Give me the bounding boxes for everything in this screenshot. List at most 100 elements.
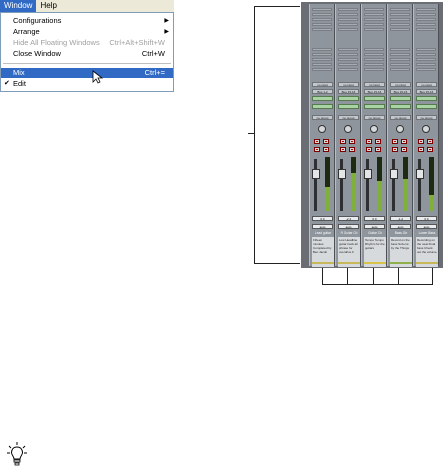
input-button[interactable]: [427, 147, 433, 152]
automation-mode[interactable]: auto: [312, 224, 333, 229]
voice-selector[interactable]: [390, 96, 411, 101]
menu-item-mix[interactable]: Mix Ctrl+=: [1, 68, 173, 78]
input-button[interactable]: [323, 147, 329, 152]
solo-button[interactable]: [375, 139, 381, 144]
insert-slot[interactable]: [312, 28, 332, 31]
insert-slot[interactable]: [416, 13, 436, 16]
input-selector[interactable]: no input: [416, 82, 437, 87]
volume-fader-handle[interactable]: [416, 168, 424, 179]
mute-button[interactable]: [314, 147, 320, 152]
send-slot[interactable]: [338, 48, 358, 51]
voice-selector[interactable]: [416, 96, 437, 101]
mute-button[interactable]: [418, 147, 424, 152]
input-selector[interactable]: no input: [390, 82, 411, 87]
track-name[interactable]: Lower Bass: [415, 231, 439, 236]
voice-selector[interactable]: [364, 96, 385, 101]
volume-fader-handle[interactable]: [338, 168, 346, 179]
send-slot[interactable]: [338, 68, 358, 71]
output-selector[interactable]: Bus 15-16: [338, 89, 359, 94]
send-slot[interactable]: [312, 68, 332, 71]
volume-automation[interactable]: [364, 104, 385, 109]
insert-slot[interactable]: [390, 8, 410, 11]
send-slot[interactable]: [364, 58, 384, 61]
record-button[interactable]: [392, 139, 398, 144]
send-slot[interactable]: [416, 68, 436, 71]
solo-button[interactable]: [427, 139, 433, 144]
send-slot[interactable]: [364, 68, 384, 71]
menu-item-arrange[interactable]: Arrange ▶: [1, 27, 173, 37]
group-selector[interactable]: no group: [364, 115, 385, 120]
send-slot[interactable]: [390, 68, 410, 71]
track-name[interactable]: Bass Gtr: [389, 231, 413, 236]
pan-knob[interactable]: [396, 125, 404, 133]
volume-automation[interactable]: [416, 104, 437, 109]
automation-mode[interactable]: auto: [338, 224, 359, 229]
insert-slot[interactable]: [416, 23, 436, 26]
input-selector[interactable]: no input: [312, 82, 333, 87]
volume-automation[interactable]: [312, 104, 333, 109]
group-selector[interactable]: no group: [416, 115, 437, 120]
solo-button[interactable]: [349, 139, 355, 144]
send-slot[interactable]: [364, 53, 384, 56]
send-slot[interactable]: [312, 48, 332, 51]
send-slot[interactable]: [390, 53, 410, 56]
send-slot[interactable]: [390, 48, 410, 51]
insert-slot[interactable]: [312, 18, 332, 21]
insert-slot[interactable]: [364, 8, 384, 11]
send-slot[interactable]: [338, 53, 358, 56]
input-selector[interactable]: no input: [338, 82, 359, 87]
track-name[interactable]: R Guitar Ch: [337, 231, 361, 236]
insert-slot[interactable]: [416, 8, 436, 11]
automation-mode[interactable]: auto: [390, 224, 411, 229]
record-button[interactable]: [418, 139, 424, 144]
insert-slot[interactable]: [364, 23, 384, 26]
automation-mode[interactable]: auto: [364, 224, 385, 229]
insert-slot[interactable]: [338, 13, 358, 16]
group-selector[interactable]: no group: [390, 115, 411, 120]
menu-help[interactable]: Help: [36, 0, 60, 12]
voice-selector[interactable]: [338, 96, 359, 101]
insert-slot[interactable]: [312, 8, 332, 11]
pan-knob[interactable]: [318, 125, 326, 133]
insert-slot[interactable]: [390, 28, 410, 31]
insert-slot[interactable]: [338, 18, 358, 21]
group-selector[interactable]: no group: [312, 115, 333, 120]
group-selector[interactable]: no group: [338, 115, 359, 120]
track-name[interactable]: Guitar Ch: [363, 231, 387, 236]
insert-slot[interactable]: [364, 28, 384, 31]
insert-slot[interactable]: [338, 23, 358, 26]
send-slot[interactable]: [312, 58, 332, 61]
output-selector[interactable]: Bus 15-16: [416, 89, 437, 94]
insert-slot[interactable]: [364, 13, 384, 16]
menu-item-edit[interactable]: ✔ Edit: [1, 79, 173, 89]
output-selector[interactable]: Bus 15-16: [364, 89, 385, 94]
send-slot[interactable]: [364, 48, 384, 51]
mute-button[interactable]: [392, 147, 398, 152]
solo-button[interactable]: [401, 139, 407, 144]
pan-knob[interactable]: [344, 125, 352, 133]
mute-button[interactable]: [366, 147, 372, 152]
send-slot[interactable]: [364, 63, 384, 66]
volume-fader-handle[interactable]: [364, 168, 372, 179]
send-slot[interactable]: [416, 53, 436, 56]
track-name[interactable]: Lead guitar: [311, 231, 335, 236]
insert-slot[interactable]: [416, 18, 436, 21]
input-selector[interactable]: no input: [364, 82, 385, 87]
insert-slot[interactable]: [390, 13, 410, 16]
send-slot[interactable]: [416, 58, 436, 61]
output-selector[interactable]: Bus 15-16: [390, 89, 411, 94]
send-slot[interactable]: [390, 58, 410, 61]
insert-slot[interactable]: [364, 18, 384, 21]
record-button[interactable]: [366, 139, 372, 144]
insert-slot[interactable]: [416, 28, 436, 31]
menu-window[interactable]: Window: [0, 0, 37, 12]
volume-automation[interactable]: [390, 104, 411, 109]
send-slot[interactable]: [416, 48, 436, 51]
insert-slot[interactable]: [312, 23, 332, 26]
input-button[interactable]: [349, 147, 355, 152]
output-selector[interactable]: Bus 1-2: [312, 89, 333, 94]
send-slot[interactable]: [390, 63, 410, 66]
pan-knob[interactable]: [422, 125, 430, 133]
send-slot[interactable]: [338, 63, 358, 66]
send-slot[interactable]: [416, 63, 436, 66]
